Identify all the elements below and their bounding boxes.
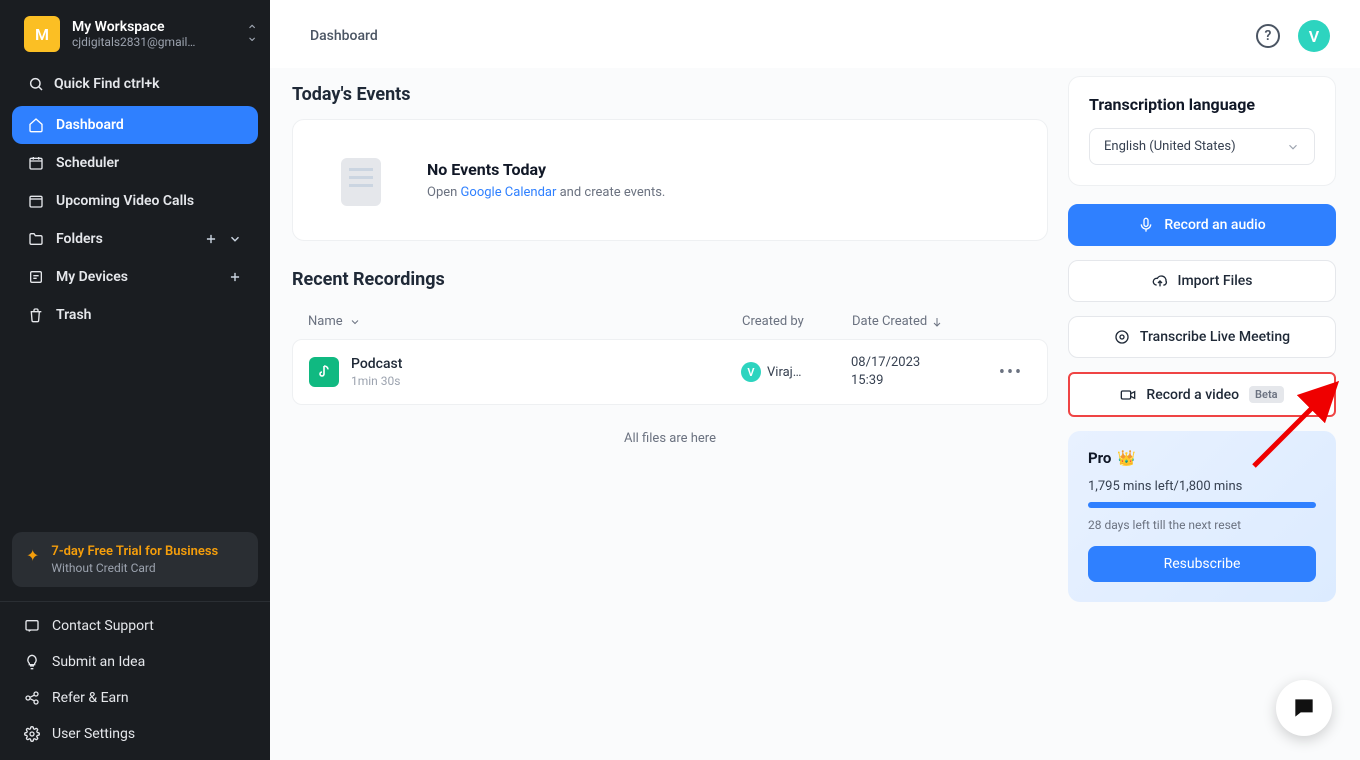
pro-reset: 28 days left till the next reset (1088, 518, 1316, 532)
pro-card: Pro👑 1,795 mins left/1,800 mins 28 days … (1068, 431, 1336, 602)
no-events-subtitle: Open Google Calendar and create events. (427, 185, 665, 200)
recording-duration: 1min 30s (351, 374, 741, 388)
bulb-icon (24, 654, 40, 670)
sidebar-item-scheduler[interactable]: Scheduler (12, 144, 258, 182)
help-button[interactable]: ? (1256, 24, 1280, 48)
sidebar: M My Workspace cjdigitals2831@gmail… ⌃⌄ … (0, 0, 270, 760)
search-icon (28, 76, 44, 92)
workspace-email: cjdigitals2831@gmail… (72, 35, 234, 49)
col-name[interactable]: Name (308, 314, 742, 329)
transcribe-live-button[interactable]: Transcribe Live Meeting (1068, 316, 1336, 358)
chevron-down-icon[interactable] (228, 232, 242, 246)
upload-cloud-icon (1152, 273, 1168, 289)
target-icon (1114, 329, 1130, 345)
quick-find-label: Quick Find ctrl+k (54, 76, 160, 92)
events-card: No Events Today Open Google Calendar and… (292, 119, 1048, 241)
add-folder-button[interactable] (204, 232, 218, 246)
trial-title: 7-day Free Trial for Business (51, 544, 218, 559)
sparkle-icon: ✦ (26, 546, 39, 565)
refer-earn[interactable]: Refer & Earn (0, 680, 270, 716)
beta-badge: Beta (1249, 386, 1284, 403)
workspace-switcher[interactable]: M My Workspace cjdigitals2831@gmail… ⌃⌄ (0, 0, 270, 64)
quick-find[interactable]: Quick Find ctrl+k (0, 64, 270, 106)
add-device-button[interactable] (228, 270, 242, 284)
calendar-icon (28, 155, 44, 171)
sidebar-item-trash[interactable]: Trash (12, 296, 258, 334)
video-calendar-icon (28, 193, 44, 209)
recording-title: Podcast (351, 356, 741, 372)
chevron-down-icon (349, 316, 361, 328)
devices-icon (28, 269, 44, 285)
sidebar-item-label: Upcoming Video Calls (56, 193, 194, 209)
trial-card[interactable]: ✦ 7-day Free Trial for Business Without … (12, 532, 258, 587)
gear-icon (24, 726, 40, 742)
google-calendar-link[interactable]: Google Calendar (461, 185, 557, 200)
user-settings[interactable]: User Settings (0, 716, 270, 752)
sidebar-item-folders[interactable]: Folders (12, 220, 258, 258)
chat-icon (24, 618, 40, 634)
file-audio-icon (309, 357, 339, 387)
sidebar-item-label: Trash (56, 307, 91, 323)
recordings-table-header: Name Created by Date Created (292, 304, 1048, 339)
pro-title: Pro👑 (1088, 449, 1316, 467)
microphone-icon (1138, 217, 1154, 233)
sidebar-item-dashboard[interactable]: Dashboard (12, 106, 258, 144)
workspace-avatar: M (24, 16, 60, 52)
share-icon (24, 690, 40, 706)
recording-creator: V Viraj… (741, 362, 851, 382)
record-audio-button[interactable]: Record an audio (1068, 204, 1336, 246)
arrow-down-icon (931, 316, 943, 328)
crown-icon: 👑 (1117, 449, 1136, 467)
page-title: Dashboard (310, 28, 378, 44)
topbar: Dashboard ? V (270, 0, 1360, 68)
updown-icon: ⌃⌄ (246, 28, 258, 40)
home-icon (28, 117, 44, 133)
chevron-down-icon (1286, 140, 1300, 154)
language-title: Transcription language (1089, 95, 1315, 114)
folder-icon (28, 231, 44, 247)
language-panel: Transcription language English (United S… (1068, 76, 1336, 186)
resubscribe-button[interactable]: Resubscribe (1088, 546, 1316, 582)
all-files-label: All files are here (292, 431, 1048, 446)
creator-avatar: V (741, 362, 761, 382)
import-files-button[interactable]: Import Files (1068, 260, 1336, 302)
col-date[interactable]: Date Created (852, 314, 992, 329)
workspace-title: My Workspace (72, 19, 234, 35)
pro-minutes: 1,795 mins left/1,800 mins (1088, 479, 1316, 494)
main: Dashboard ? V Today's Events No Events T… (270, 0, 1360, 760)
col-created-by[interactable]: Created by (742, 314, 852, 329)
no-events-title: No Events Today (427, 160, 665, 179)
video-icon (1120, 387, 1136, 403)
row-actions-button[interactable]: ••• (991, 362, 1031, 383)
sidebar-item-label: Folders (56, 231, 103, 247)
events-heading: Today's Events (292, 84, 1048, 105)
trial-subtitle: Without Credit Card (51, 561, 218, 575)
submit-idea[interactable]: Submit an Idea (0, 644, 270, 680)
pro-progress-bar (1088, 502, 1316, 508)
sidebar-item-label: Dashboard (56, 117, 124, 133)
language-select[interactable]: English (United States) (1089, 128, 1315, 165)
sidebar-item-devices[interactable]: My Devices (12, 258, 258, 296)
calendar-illustration (321, 144, 399, 216)
sidebar-item-upcoming[interactable]: Upcoming Video Calls (12, 182, 258, 220)
recording-row[interactable]: Podcast 1min 30s V Viraj… 08/17/2023 15:… (292, 339, 1048, 405)
recordings-heading: Recent Recordings (292, 269, 1048, 290)
trash-icon (28, 307, 44, 323)
sidebar-item-label: My Devices (56, 269, 128, 285)
user-avatar[interactable]: V (1298, 20, 1330, 52)
contact-support[interactable]: Contact Support (0, 608, 270, 644)
chat-widget-button[interactable] (1276, 680, 1332, 736)
sidebar-item-label: Scheduler (56, 155, 119, 171)
recording-date: 08/17/2023 15:39 (851, 354, 991, 390)
record-video-button[interactable]: Record a video Beta (1068, 372, 1336, 417)
